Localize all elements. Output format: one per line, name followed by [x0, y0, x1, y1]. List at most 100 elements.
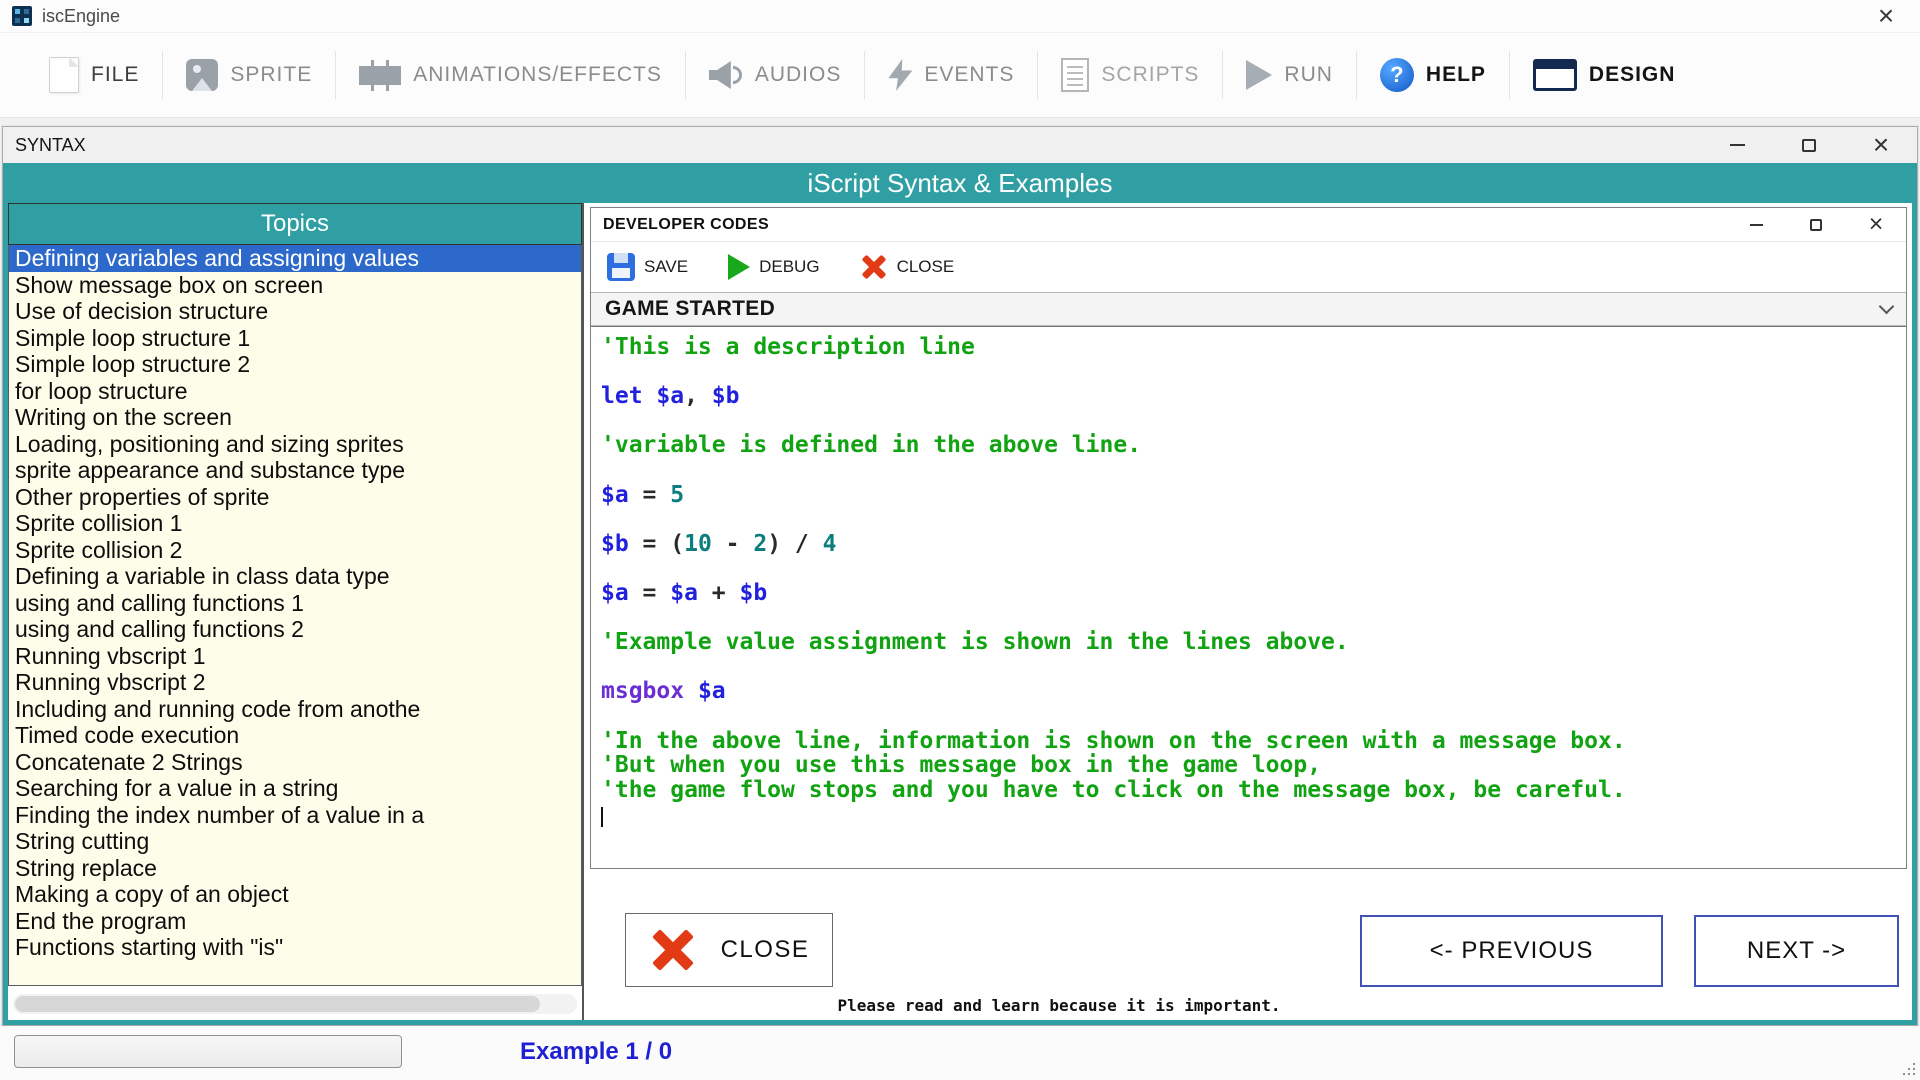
toolbar-label-help: HELP: [1426, 63, 1486, 87]
debug-label: DEBUG: [759, 257, 819, 277]
list-item[interactable]: Defining a variable in class data type: [9, 563, 581, 590]
minimize-button[interactable]: [1726, 208, 1786, 241]
code-line: [601, 458, 1900, 483]
window-controls: [1726, 208, 1906, 241]
debug-button[interactable]: DEBUG: [728, 254, 819, 280]
script-document-icon: [1061, 58, 1089, 92]
list-item[interactable]: Running vbscript 2: [9, 669, 581, 696]
code-line: [601, 507, 1900, 532]
app-titlebar: iscEngine: [0, 0, 1920, 32]
maximize-button[interactable]: [1786, 208, 1846, 241]
list-item[interactable]: Loading, positioning and sizing sprites: [9, 431, 581, 458]
next-button[interactable]: NEXT ->: [1694, 915, 1899, 987]
toolbar-item-audios[interactable]: AUDIOS: [686, 44, 865, 106]
window-controls: [1701, 127, 1917, 163]
close-button[interactable]: [1845, 127, 1917, 163]
toolbar-item-animations-effects[interactable]: ANIMATIONS/EFFECTS: [336, 44, 685, 106]
horizontal-scrollbar[interactable]: [13, 994, 577, 1014]
list-item[interactable]: Concatenate 2 Strings: [9, 749, 581, 776]
code-line: [601, 556, 1900, 581]
list-item[interactable]: Timed code execution: [9, 722, 581, 749]
list-item[interactable]: Finding the index number of a value in a: [9, 802, 581, 829]
syntax-titlebar[interactable]: SYNTAX: [3, 127, 1917, 163]
syntax-window-title: SYNTAX: [15, 135, 86, 156]
resize-grip[interactable]: [1900, 1060, 1916, 1076]
previous-button[interactable]: <- PREVIOUS: [1360, 915, 1663, 987]
list-item[interactable]: for loop structure: [9, 378, 581, 405]
status-bar: Example 1 / 0: [0, 1026, 1920, 1080]
chevron-down-icon: [1879, 298, 1895, 314]
toolbar-label-run: RUN: [1284, 63, 1333, 87]
example-area: DEVELOPER CODES SAVE DEBUG: [584, 203, 1912, 1020]
maximize-icon: [1802, 139, 1816, 152]
toolbar-item-file[interactable]: FILE: [26, 44, 162, 106]
topics-header: Topics: [8, 203, 582, 245]
list-item[interactable]: Searching for a value in a string: [9, 775, 581, 802]
list-item[interactable]: Other properties of sprite: [9, 484, 581, 511]
script-event-dropdown[interactable]: GAME STARTED: [591, 292, 1906, 326]
list-item[interactable]: Writing on the screen: [9, 404, 581, 431]
code-line: $a = $a + $b: [601, 581, 1900, 606]
list-item[interactable]: Making a copy of an object: [9, 881, 581, 908]
list-item[interactable]: Use of decision structure: [9, 298, 581, 325]
minimize-icon: [1730, 144, 1745, 146]
footer-note: Please read and learn because it is impo…: [824, 996, 1294, 1015]
list-item[interactable]: Simple loop structure 1: [9, 325, 581, 352]
list-item[interactable]: sprite appearance and substance type: [9, 457, 581, 484]
code-line: 'variable is defined in the above line.: [601, 433, 1900, 458]
list-item[interactable]: Functions starting with "is": [9, 934, 581, 961]
developer-titlebar[interactable]: DEVELOPER CODES: [591, 208, 1906, 242]
scrollbar-thumb[interactable]: [15, 996, 540, 1012]
close-x-icon: [649, 928, 697, 972]
close-editor-button[interactable]: CLOSE: [860, 254, 955, 280]
app-window: { "app": { "title": "iscEngine" }, "tool…: [0, 0, 1920, 1080]
toolbar-item-sprite[interactable]: SPRITE: [163, 44, 335, 106]
toolbar-item-help[interactable]: HELP: [1357, 44, 1509, 106]
close-icon[interactable]: [1864, 0, 1908, 32]
list-item[interactable]: using and calling functions 1: [9, 590, 581, 617]
toolbar-label-events: EVENTS: [924, 63, 1014, 87]
list-item[interactable]: String cutting: [9, 828, 581, 855]
toolbar-item-design[interactable]: DESIGN: [1510, 44, 1699, 106]
code-line: [601, 360, 1900, 385]
close-example-button[interactable]: CLOSE: [625, 913, 833, 987]
toolbar-item-run[interactable]: RUN: [1223, 44, 1356, 106]
list-item[interactable]: Defining variables and assigning values: [9, 245, 581, 272]
lightning-icon: [888, 59, 912, 91]
list-item[interactable]: using and calling functions 2: [9, 616, 581, 643]
minimize-button[interactable]: [1701, 127, 1773, 163]
list-item[interactable]: String replace: [9, 855, 581, 882]
save-label: SAVE: [644, 257, 688, 277]
list-item[interactable]: Running vbscript 1: [9, 643, 581, 670]
list-item[interactable]: Simple loop structure 2: [9, 351, 581, 378]
code-line: $b = (10 - 2) / 4: [601, 532, 1900, 557]
example-counter: Example 1 / 0: [520, 1038, 672, 1066]
help-icon: [1380, 58, 1414, 92]
topics-list[interactable]: Defining variables and assigning valuesS…: [8, 245, 582, 986]
close-button[interactable]: [1846, 208, 1906, 241]
file-icon: [49, 57, 79, 93]
code-line: [601, 606, 1900, 631]
code-area[interactable]: 'This is a description line let $a, $b '…: [591, 326, 1906, 868]
toolbar-item-scripts[interactable]: SCRIPTS: [1038, 44, 1222, 106]
save-button[interactable]: SAVE: [607, 253, 688, 281]
close-label: CLOSE: [897, 257, 955, 277]
list-item[interactable]: Sprite collision 2: [9, 537, 581, 564]
list-item[interactable]: End the program: [9, 908, 581, 935]
close-x-icon: [860, 254, 888, 280]
sprite-icon: [186, 59, 218, 91]
list-item[interactable]: Sprite collision 1: [9, 510, 581, 537]
code-line: 'Example value assignment is shown in th…: [601, 630, 1900, 655]
code-line: let $a, $b: [601, 384, 1900, 409]
progress-bar: [14, 1035, 402, 1068]
topics-panel: Topics Defining variables and assigning …: [8, 203, 584, 1020]
code-line: 'In the above line, information is shown…: [601, 729, 1900, 754]
list-item[interactable]: Including and running code from anothe: [9, 696, 581, 723]
list-item[interactable]: Show message box on screen: [9, 272, 581, 299]
code-line: 'This is a description line: [601, 335, 1900, 360]
debug-play-icon: [728, 254, 750, 280]
maximize-button[interactable]: [1773, 127, 1845, 163]
toolbar-item-events[interactable]: EVENTS: [865, 44, 1037, 106]
page-title: iScript Syntax & Examples: [3, 163, 1917, 203]
developer-window-title: DEVELOPER CODES: [603, 216, 769, 234]
